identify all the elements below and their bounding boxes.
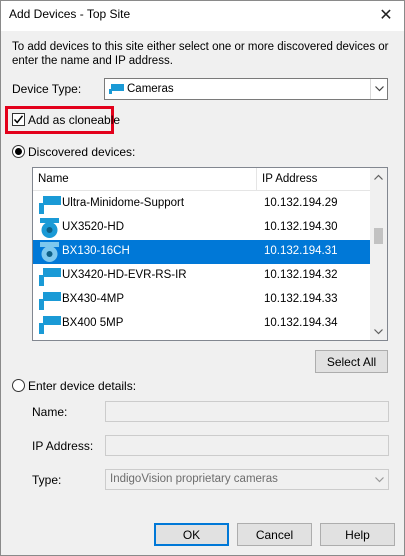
cancel-button[interactable]: Cancel [237, 523, 312, 546]
device-name: Ultra-Minidome-Support [62, 197, 185, 209]
list-item[interactable]: UX3420-HD-EVR-RS-IR 10.132.194.32 [33, 264, 371, 288]
list-item[interactable]: BX400 5MP 10.132.194.34 [33, 312, 371, 336]
discovered-devices-label: Discovered devices: [28, 145, 136, 159]
device-ip: 10.132.194.32 [264, 269, 338, 281]
cloneable-label: Add as cloneable [28, 113, 121, 127]
device-ip: 10.132.194.31 [264, 245, 338, 257]
close-icon[interactable]: ✕ [370, 1, 402, 29]
column-divider[interactable] [256, 168, 257, 190]
device-type-select[interactable]: Cameras [104, 78, 388, 100]
device-name: BX430-4MP [62, 293, 125, 305]
list-header: Name IP Address [33, 168, 371, 191]
chevron-down-icon[interactable] [370, 79, 387, 99]
device-ip: 10.132.194.33 [264, 293, 338, 305]
box-camera-icon [39, 196, 61, 214]
camera-icon [109, 84, 124, 94]
discovered-devices-radio[interactable] [12, 145, 25, 158]
chevron-down-icon[interactable] [371, 470, 388, 489]
column-header-ip[interactable]: IP Address [262, 173, 317, 185]
title-bar: Add Devices - Top Site ✕ [1, 1, 404, 31]
device-ip: 10.132.194.29 [264, 197, 338, 209]
device-name: BX400 5MP [62, 317, 124, 329]
column-header-name[interactable]: Name [38, 173, 69, 185]
device-ip: 10.132.194.34 [264, 317, 338, 329]
help-button[interactable]: Help [320, 523, 395, 546]
type-value: IndigoVision proprietary cameras [110, 473, 278, 485]
device-type-label: Device Type: [12, 82, 82, 96]
dome-camera-icon [40, 242, 59, 262]
box-camera-icon [39, 292, 61, 310]
list-item-selected[interactable]: BX130-16CH 10.132.194.31 [33, 240, 371, 264]
list-item[interactable]: BX430-4MP 10.132.194.33 [33, 288, 371, 312]
ip-address-field[interactable] [105, 435, 389, 456]
device-name: UX3520-HD [62, 221, 124, 233]
name-field[interactable] [105, 401, 389, 422]
name-label: Name: [32, 405, 68, 419]
checkmark-icon [13, 115, 24, 124]
scroll-down-icon[interactable] [370, 323, 387, 340]
box-camera-icon [39, 316, 61, 334]
box-camera-icon [39, 268, 61, 286]
list-scrollbar[interactable] [370, 168, 387, 340]
type-select[interactable]: IndigoVision proprietary cameras [105, 469, 389, 490]
device-type-value: Cameras [127, 83, 174, 95]
radio-dot [15, 148, 22, 155]
scroll-thumb[interactable] [374, 228, 383, 244]
ip-address-label: IP Address: [32, 439, 94, 453]
dome-camera-icon [40, 218, 59, 238]
enter-device-details-radio[interactable] [12, 379, 25, 392]
intro-text: To add devices to this site either selec… [12, 41, 389, 67]
add-devices-dialog: Add Devices - Top Site ✕ To add devices … [0, 0, 405, 556]
list-item[interactable]: Ultra-Minidome-Support 10.132.194.29 [33, 192, 371, 216]
enter-device-details-label: Enter device details: [28, 379, 137, 393]
list-item[interactable]: UX3520-HD 10.132.194.30 [33, 216, 371, 240]
device-name: BX130-16CH [62, 245, 130, 257]
type-label: Type: [32, 473, 62, 487]
ok-button[interactable]: OK [154, 523, 229, 546]
scroll-up-icon[interactable] [370, 168, 387, 185]
window-title: Add Devices - Top Site [9, 7, 131, 21]
discovered-devices-list[interactable]: Name IP Address Ultra-Minidome-Support 1… [32, 167, 388, 341]
device-ip: 10.132.194.30 [264, 221, 338, 233]
select-all-button[interactable]: Select All [315, 350, 388, 373]
cloneable-checkbox[interactable] [12, 113, 25, 126]
device-name: UX3420-HD-EVR-RS-IR [62, 269, 187, 281]
